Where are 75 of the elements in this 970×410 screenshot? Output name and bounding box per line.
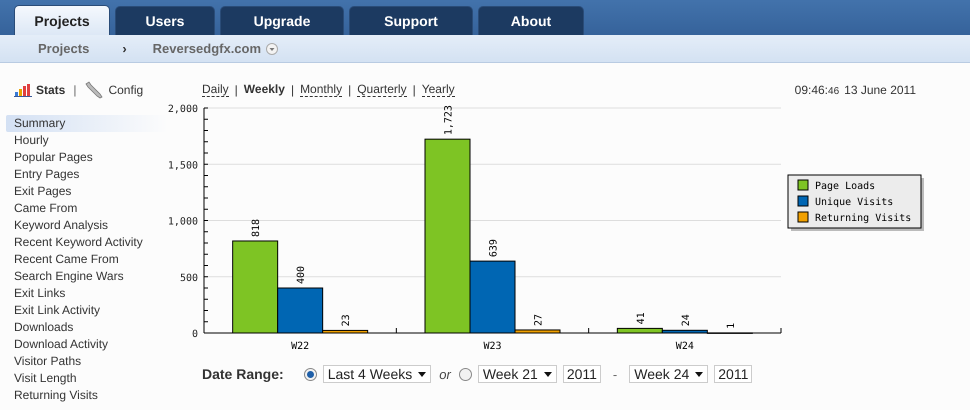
wrench-icon — [84, 81, 104, 99]
clock-time: 09:46: — [794, 83, 828, 97]
axis-tick-label: 1,000 — [168, 216, 198, 228]
axis-tick-label: W24 — [676, 341, 694, 352]
mode-link[interactable]: Stats — [14, 83, 66, 97]
radio-button[interactable] — [304, 368, 317, 380]
clock-date: 13 June 2011 — [844, 83, 916, 97]
period-link[interactable]: Daily — [202, 83, 229, 97]
dropdown[interactable]: Week 21 — [478, 365, 557, 383]
axis-tick-label: 1,500 — [168, 160, 198, 172]
sidebar-item[interactable]: Downloads — [6, 319, 170, 336]
nav-tab[interactable]: Projects — [14, 5, 110, 35]
separator: | — [290, 83, 294, 97]
legend-label: Unique Visits — [815, 197, 894, 208]
year-field[interactable]: 2011 — [714, 365, 752, 383]
sidebar-item[interactable]: Recent Keyword Activity — [6, 234, 170, 251]
sidebar-item[interactable]: Search Engine Wars — [6, 268, 170, 285]
separator: | — [234, 83, 238, 97]
period-link[interactable]: Yearly — [422, 83, 455, 97]
radio-button[interactable] — [458, 368, 472, 380]
sidebar-item[interactable]: Keyword Analysis — [6, 217, 170, 234]
range-separator: - — [612, 366, 618, 382]
breadcrumb-separator: › — [122, 41, 127, 56]
sidebar-item[interactable]: Exit Link Activity — [6, 302, 170, 319]
data-label: 1,723 — [444, 105, 454, 136]
separator: | — [412, 83, 416, 97]
caret-icon — [695, 372, 704, 376]
data-label: 41 — [636, 312, 647, 324]
mode-link[interactable]: Config — [84, 81, 144, 99]
sidebar-item[interactable]: Recent Came From — [6, 251, 170, 268]
period-link[interactable]: Monthly — [300, 83, 342, 97]
sidebar-item[interactable]: Visit Length — [6, 370, 170, 387]
legend-label: Page Loads — [815, 181, 876, 192]
nav-tab[interactable]: Users — [115, 6, 215, 35]
sidebar-item[interactable]: Returning Visits — [6, 387, 170, 404]
separator: | — [348, 83, 352, 97]
nav-tab[interactable]: Support — [349, 6, 473, 35]
sidebar-item[interactable]: Hourly — [6, 132, 170, 149]
bar-chart-icon — [14, 83, 32, 97]
caret-icon — [544, 372, 552, 376]
dropdown[interactable]: Last 4 Weeks — [322, 365, 432, 383]
legend-label: Returning Visits — [815, 213, 912, 224]
data-label: 400 — [296, 266, 308, 284]
data-label: 1 — [726, 322, 737, 329]
sidebar-item[interactable]: Came From — [6, 200, 170, 217]
sidebar-item[interactable]: Popular Pages — [6, 149, 170, 166]
data-label: 818 — [251, 218, 262, 237]
axis-tick-label: W22 — [291, 341, 310, 352]
separator: | — [73, 83, 76, 97]
period-link[interactable]: Quarterly — [357, 83, 407, 97]
data-label: 24 — [680, 314, 692, 326]
data-label: 27 — [534, 314, 544, 326]
nav-tab[interactable]: Upgrade — [220, 6, 344, 35]
breadcrumb-link[interactable]: Projects — [38, 41, 90, 56]
sidebar-item[interactable]: Entry Pages — [6, 166, 170, 183]
sidebar-item[interactable]: Download Activity — [6, 336, 170, 353]
or-label: or — [439, 366, 451, 382]
period-link[interactable]: Weekly — [244, 83, 285, 97]
nav-tab[interactable]: About — [478, 6, 584, 35]
sidebar-item[interactable]: Visitor Paths — [6, 353, 170, 370]
date-range-label: Date Range: — [202, 366, 284, 382]
caret-icon — [418, 372, 426, 376]
dropdown[interactable]: Week 24 — [629, 365, 708, 383]
data-label: 639 — [488, 239, 500, 258]
axis-tick-label: W23 — [483, 341, 502, 352]
project-name: Reversedgfx.com — [152, 41, 262, 56]
axis-tick-label: 2,000 — [168, 104, 198, 115]
sidebar-item[interactable]: Exit Pages — [6, 183, 170, 200]
sidebar-item[interactable]: Exit Links — [6, 285, 170, 302]
data-label: 23 — [341, 314, 352, 326]
clock-seconds: 46 — [828, 86, 840, 97]
dropdown-icon[interactable] — [266, 42, 278, 54]
year-field[interactable]: 2011 — [562, 365, 601, 383]
axis-tick-label: 0 — [192, 329, 198, 340]
axis-tick-label: 500 — [180, 272, 198, 284]
